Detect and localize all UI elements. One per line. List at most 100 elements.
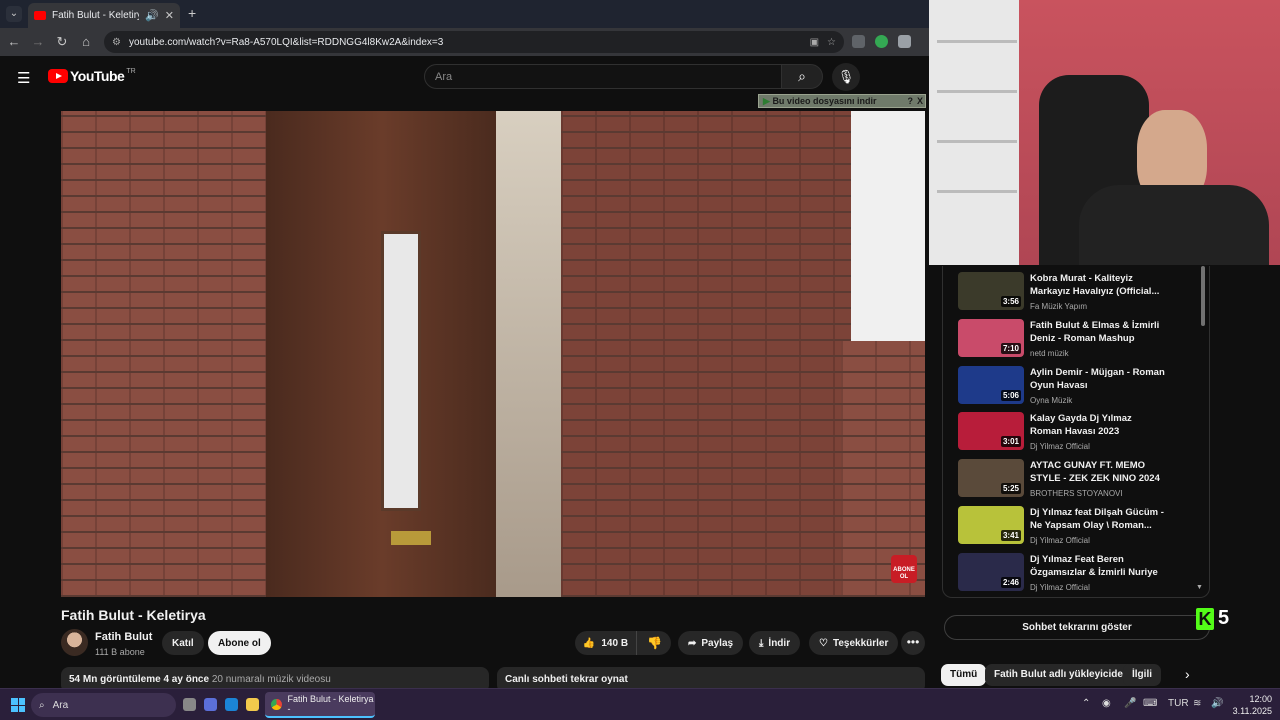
playlist-item[interactable]: 5:06 Aylin Demir - Müjgan - Roman Oyun Ha…: [958, 365, 1198, 410]
chrome-window-title: Fatih Bulut - Keletirya -: [287, 694, 374, 714]
chrome-taskbar-button[interactable]: Fatih Bulut - Keletirya -: [265, 692, 375, 718]
taskbar-search[interactable]: ⌕ Ara: [31, 693, 176, 717]
edge-icon[interactable]: ◉: [1102, 698, 1111, 709]
search-input[interactable]: Ara: [424, 64, 782, 89]
voice-search-button[interactable]: 🎙: [832, 63, 860, 91]
playlist-item-title[interactable]: Dj Yılmaz Feat Beren Özgamsızlar & İzmir…: [1030, 553, 1165, 579]
playlist-item-title[interactable]: Kalay Gayda Dj Yılmaz Roman Havası 2023 …: [1030, 412, 1165, 438]
like-button[interactable]: 👍 140 B: [575, 631, 637, 655]
volume-icon[interactable]: 🔊: [1211, 698, 1223, 709]
playlist-thumbnail[interactable]: 5:06: [958, 365, 1024, 404]
thanks-button[interactable]: ♡ Teşekkürler: [809, 631, 899, 655]
music-video-tag[interactable]: 20 numaralı müzik videosu: [212, 674, 331, 685]
show-chat-replay-button[interactable]: Sohbet tekrarını göster: [944, 615, 1210, 640]
chip-related[interactable]: İlgili: [1123, 664, 1161, 686]
search-icon: ⌕: [798, 68, 806, 84]
dislike-button[interactable]: 👎: [638, 631, 671, 655]
shelf-board: [937, 40, 1017, 43]
speaker-icon[interactable]: 🔊: [145, 9, 159, 22]
window-right: [851, 111, 925, 341]
share-label: Paylaş: [701, 637, 734, 649]
hamburger-menu-icon[interactable]: ☰: [17, 69, 30, 87]
join-button[interactable]: Katıl: [162, 631, 204, 655]
close-icon[interactable]: X: [917, 95, 923, 107]
youtube-favicon-icon: [34, 11, 46, 20]
channel-avatar[interactable]: [61, 629, 88, 656]
playlist-item-title[interactable]: Fatih Bulut & Elmas & İzmirli Deniz - Ro…: [1030, 319, 1165, 345]
youtube-header: ☰ YouTube TR Ara ⌕ 🎙: [0, 56, 930, 96]
chip-from-uploader[interactable]: Fatih Bulut adlı yükleyiciden: [985, 664, 1139, 686]
subscribe-button[interactable]: Abone ol: [208, 631, 271, 655]
playlist-thumbnail[interactable]: 5:25: [958, 459, 1024, 498]
help-icon[interactable]: ?: [908, 95, 914, 107]
download-button[interactable]: ⤓ İndir: [749, 631, 801, 655]
duration-badge: 3:56: [1000, 296, 1021, 307]
playlist-thumbnail[interactable]: 3:01: [958, 412, 1024, 451]
browser-tab[interactable]: Fatih Bulut - Keletirya - You 🔊 ✕: [28, 3, 180, 28]
clock[interactable]: 12:00 3.11.2025: [1226, 693, 1272, 717]
playlist-item-title[interactable]: Dj Yılmaz feat Dilşah Gücüm - Ne Yapsam …: [1030, 506, 1165, 532]
youtube-logo[interactable]: YouTube TR: [48, 68, 136, 84]
playlist-item[interactable]: 5:25 AYTAC GUNAY FT. MEMO STYLE - ZEK ZEK…: [958, 459, 1198, 503]
brick-pillar: [561, 111, 851, 597]
video-player[interactable]: ABONE OL: [61, 111, 925, 597]
search-button[interactable]: ⌕: [781, 64, 823, 89]
more-actions-icon[interactable]: •••: [901, 631, 925, 655]
forward-arrow-icon[interactable]: →: [30, 34, 46, 49]
cast-icon[interactable]: ▣: [810, 37, 819, 48]
tab-search-chevron-icon[interactable]: ⌄: [6, 6, 22, 22]
mail-slot: [391, 531, 431, 545]
playlist-thumbnail[interactable]: 3:56: [958, 272, 1024, 310]
download-label: İndir: [768, 637, 791, 649]
view-count: 54 Mn görüntüleme: [69, 674, 161, 685]
playlist-item[interactable]: 2:46 Dj Yılmaz Feat Beren Özgamsızlar & İ…: [958, 552, 1198, 597]
address-bar[interactable]: ⚙ youtube.com/watch?v=Ra8-A570LQI&list=R…: [104, 31, 844, 53]
playlist-item-channel: Dj Yilmaz Official: [1030, 582, 1090, 592]
task-view-icon[interactable]: [183, 698, 196, 711]
playlist-thumbnail[interactable]: 2:46: [958, 552, 1024, 591]
playlist-item-channel: BROTHERS STOYANOVI: [1030, 489, 1123, 499]
url-text: youtube.com/watch?v=Ra8-A570LQI&list=RDD…: [128, 36, 444, 48]
chevron-right-icon[interactable]: ›: [1185, 666, 1190, 682]
download-banner[interactable]: ▶ Bu video dosyasını indir ? X: [758, 94, 926, 108]
playlist-item-title[interactable]: Kobra Murat - Kaliteyiz Markayız Havalıy…: [1030, 272, 1165, 298]
extension-box-icon[interactable]: [898, 35, 911, 48]
tray-chevron-up-icon[interactable]: ⌃: [1082, 698, 1090, 709]
outlook-icon[interactable]: [225, 698, 238, 711]
playlist-item-title[interactable]: Aylin Demir - Müjgan - Roman Oyun Havası: [1030, 366, 1165, 392]
windows-start-icon[interactable]: [11, 698, 25, 712]
subscribe-overlay-badge[interactable]: ABONE OL: [891, 555, 917, 583]
home-icon[interactable]: ⌂: [78, 34, 94, 49]
channel-name[interactable]: Fatih Bulut: [95, 631, 152, 643]
extension-green-icon[interactable]: [875, 35, 888, 48]
language-indicator[interactable]: TUR: [1168, 698, 1189, 709]
playlist-item-channel: Oyna Müzik: [1030, 395, 1073, 405]
playlist-item[interactable]: 7:10 Fatih Bulut & Elmas & İzmirli Deniz …: [958, 318, 1198, 363]
playlist-item-channel: netd müzik: [1030, 348, 1069, 358]
share-button[interactable]: ➦ Paylaş: [678, 631, 744, 655]
playlist-thumbnail[interactable]: 3:41: [958, 506, 1024, 544]
wifi-icon[interactable]: ≋: [1193, 698, 1201, 709]
chip-all[interactable]: Tümü: [941, 664, 987, 686]
keyboard-icon[interactable]: ⌨: [1143, 698, 1157, 709]
file-explorer-icon[interactable]: [246, 698, 259, 711]
reload-icon[interactable]: ↻: [54, 34, 70, 50]
extension-shield-icon[interactable]: [852, 35, 865, 48]
site-info-icon[interactable]: ⚙: [112, 37, 121, 48]
microphone-icon[interactable]: 🎤: [1124, 698, 1136, 709]
scroll-down-icon[interactable]: ▼: [1196, 584, 1203, 591]
playlist-thumbnail[interactable]: 7:10: [958, 318, 1024, 357]
chrome-icon: [271, 698, 282, 710]
share-arrow-icon: ➦: [688, 637, 697, 649]
bookmark-star-icon[interactable]: ☆: [827, 37, 836, 48]
playlist-item[interactable]: 3:01 Kalay Gayda Dj Yılmaz Roman Havası 2…: [958, 412, 1198, 456]
playlist-item[interactable]: 3:41 Dj Yılmaz feat Dilşah Gücüm - Ne Yap…: [958, 506, 1198, 550]
playlist-item-title[interactable]: AYTAC GUNAY FT. MEMO STYLE - ZEK ZEK NIN…: [1030, 459, 1165, 485]
playlist-item[interactable]: 3:56 Kobra Murat - Kaliteyiz Markayız Hav…: [958, 272, 1198, 316]
close-tab-icon[interactable]: ✕: [165, 9, 174, 22]
playlist-scrollbar[interactable]: [1201, 266, 1205, 326]
teams-icon[interactable]: [204, 698, 217, 711]
back-arrow-icon[interactable]: ←: [6, 34, 22, 49]
new-tab-button[interactable]: +: [188, 5, 196, 21]
duration-badge: 5:25: [1000, 483, 1021, 495]
